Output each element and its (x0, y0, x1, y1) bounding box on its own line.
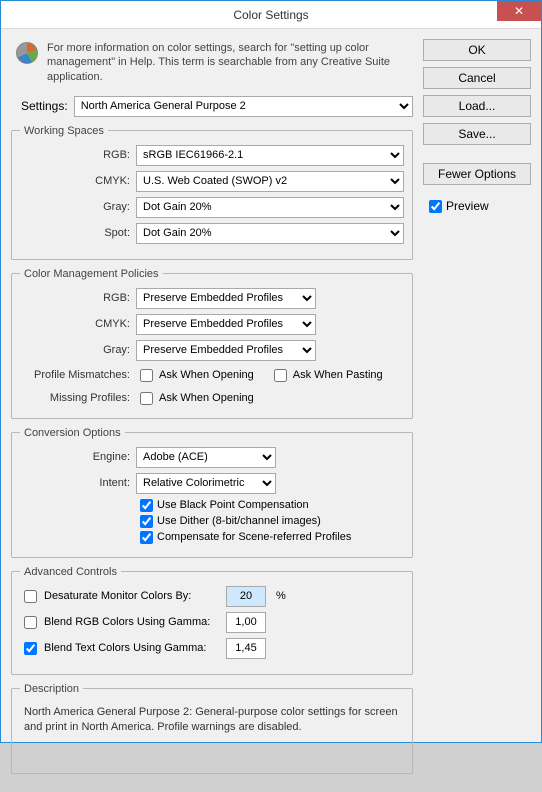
description-group: Description North America General Purpos… (11, 683, 413, 774)
ws-cmyk-select[interactable]: U.S. Web Coated (SWOP) v2 (136, 171, 404, 192)
working-spaces-legend: Working Spaces (20, 125, 108, 137)
intent-label: Intent: (20, 477, 130, 489)
blend-rgb-checkbox[interactable] (24, 616, 37, 629)
engine-select[interactable]: Adobe (ACE) (136, 447, 276, 468)
titlebar: Color Settings ✕ (1, 1, 541, 29)
blend-text-label: Blend Text Colors Using Gamma: (44, 642, 206, 654)
close-icon: ✕ (514, 4, 524, 18)
info-text: For more information on color settings, … (47, 41, 409, 84)
settings-select[interactable]: North America General Purpose 2 (74, 96, 413, 117)
missing-label: Missing Profiles: (20, 392, 130, 404)
ws-rgb-select[interactable]: sRGB IEC61966-2.1 (136, 145, 404, 166)
ws-spot-select[interactable]: Dot Gain 20% (136, 223, 404, 244)
save-button[interactable]: Save... (423, 123, 531, 145)
mismatch-label: Profile Mismatches: (20, 369, 130, 381)
blend-text-checkbox[interactable] (24, 642, 37, 655)
dither-label: Use Dither (8-bit/channel images) (157, 515, 321, 527)
cancel-button[interactable]: Cancel (423, 67, 531, 89)
color-wheel-icon (15, 41, 39, 65)
intent-select[interactable]: Relative Colorimetric (136, 473, 276, 494)
scene-checkbox[interactable] (140, 531, 153, 544)
color-settings-dialog: Color Settings ✕ For more information on… (0, 0, 542, 743)
preview-label: Preview (446, 199, 489, 213)
pol-rgb-label: RGB: (20, 292, 130, 304)
desat-label: Desaturate Monitor Colors By: (44, 590, 191, 602)
advanced-group: Advanced Controls Desaturate Monitor Col… (11, 566, 413, 675)
policies-legend: Color Management Policies (20, 268, 163, 280)
side-column: OK Cancel Load... Save... Fewer Options … (423, 37, 531, 782)
window-title: Color Settings (233, 8, 308, 22)
pol-cmyk-label: CMYK: (20, 318, 130, 330)
desat-checkbox[interactable] (24, 590, 37, 603)
preview-checkbox[interactable] (429, 200, 442, 213)
conversion-legend: Conversion Options (20, 427, 125, 439)
mismatch-open-checkbox[interactable] (140, 369, 153, 382)
pol-rgb-select[interactable]: Preserve Embedded Profiles (136, 288, 316, 309)
policies-group: Color Management Policies RGB: Preserve … (11, 268, 413, 419)
pol-gray-label: Gray: (20, 344, 130, 356)
ws-gray-label: Gray: (20, 201, 130, 213)
scene-label: Compensate for Scene-referred Profiles (157, 531, 351, 543)
pol-cmyk-select[interactable]: Preserve Embedded Profiles (136, 314, 316, 335)
main-column: For more information on color settings, … (11, 37, 413, 782)
load-button[interactable]: Load... (423, 95, 531, 117)
close-button[interactable]: ✕ (497, 1, 541, 21)
ws-spot-label: Spot: (20, 227, 130, 239)
blend-rgb-label: Blend RGB Colors Using Gamma: (44, 616, 210, 628)
dialog-body: For more information on color settings, … (1, 29, 541, 792)
description-text: North America General Purpose 2: General… (20, 703, 404, 763)
settings-row: Settings: North America General Purpose … (11, 94, 413, 125)
working-spaces-group: Working Spaces RGB: sRGB IEC61966-2.1 CM… (11, 125, 413, 260)
desat-input[interactable] (226, 586, 266, 607)
ok-button[interactable]: OK (423, 39, 531, 61)
blend-rgb-input[interactable] (226, 612, 266, 633)
dither-checkbox[interactable] (140, 515, 153, 528)
ws-rgb-label: RGB: (20, 149, 130, 161)
ws-gray-select[interactable]: Dot Gain 20% (136, 197, 404, 218)
conversion-group: Conversion Options Engine: Adobe (ACE) I… (11, 427, 413, 558)
pol-gray-select[interactable]: Preserve Embedded Profiles (136, 340, 316, 361)
missing-open-label: Ask When Opening (159, 392, 254, 404)
advanced-legend: Advanced Controls (20, 566, 121, 578)
bpc-checkbox[interactable] (140, 499, 153, 512)
bpc-label: Use Black Point Compensation (157, 499, 309, 511)
ws-cmyk-label: CMYK: (20, 175, 130, 187)
description-legend: Description (20, 683, 83, 695)
desat-unit: % (276, 590, 286, 602)
engine-label: Engine: (20, 451, 130, 463)
settings-label: Settings: (21, 99, 68, 113)
blend-text-input[interactable] (226, 638, 266, 659)
fewer-options-button[interactable]: Fewer Options (423, 163, 531, 185)
mismatch-open-label: Ask When Opening (159, 369, 254, 381)
info-row: For more information on color settings, … (11, 37, 413, 94)
mismatch-paste-checkbox[interactable] (274, 369, 287, 382)
missing-open-checkbox[interactable] (140, 392, 153, 405)
mismatch-paste-label: Ask When Pasting (293, 369, 383, 381)
